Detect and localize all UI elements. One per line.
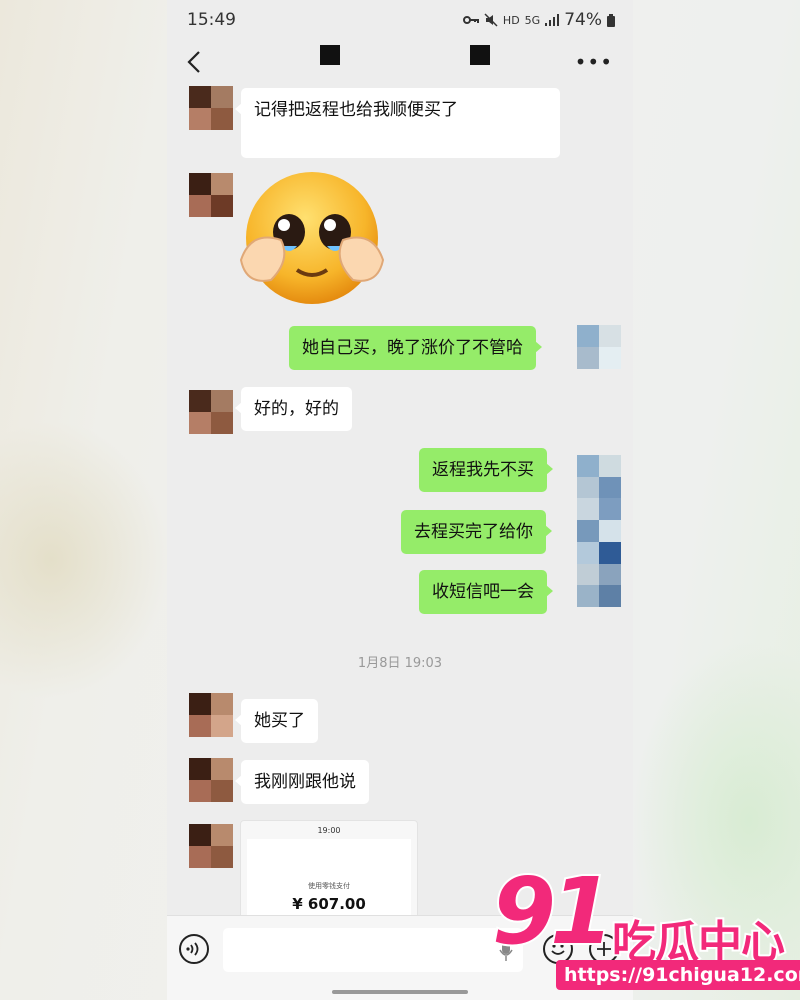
voice-icon[interactable] bbox=[179, 934, 209, 964]
message-input[interactable] bbox=[223, 928, 523, 972]
message-text: 收短信吧一会 bbox=[432, 582, 534, 602]
payment-method-label: 使用零钱支付 bbox=[308, 882, 350, 890]
message-text: 她买了 bbox=[254, 711, 305, 731]
avatar-contact[interactable] bbox=[189, 693, 233, 737]
avatar-contact[interactable] bbox=[189, 173, 233, 217]
avatar-contact[interactable] bbox=[189, 758, 233, 802]
message-text: 记得把返程也给我顺便买了 bbox=[254, 100, 458, 120]
message-text: 去程买完了给你 bbox=[414, 522, 533, 542]
message-bubble-right[interactable]: 她自己买，晚了涨价了不管哈 bbox=[289, 326, 542, 370]
message-text: 好的，好的 bbox=[254, 399, 339, 419]
pleading-emoji-sticker[interactable] bbox=[239, 170, 385, 310]
message-text: 我刚刚跟他说 bbox=[254, 772, 356, 792]
message-bubble-left[interactable]: 我刚刚跟他说 bbox=[235, 760, 369, 804]
message-bubble-left[interactable]: 好的，好的 bbox=[235, 387, 352, 431]
status-bar: 15:49 HD 5G 74% bbox=[167, 0, 633, 40]
watermark: 91 吃瓜中心 https://91chigua12.com bbox=[488, 856, 800, 1000]
message-bubble-right[interactable]: 返程我先不买 bbox=[419, 448, 553, 492]
watermark-url: https://91chigua12.com bbox=[556, 960, 800, 990]
avatar-self[interactable] bbox=[577, 325, 621, 369]
background-blur-left bbox=[0, 420, 170, 700]
home-indicator[interactable] bbox=[332, 990, 468, 994]
avatar-contact[interactable] bbox=[189, 824, 233, 868]
chat-timestamp: 1月8日 19:03 bbox=[357, 656, 443, 671]
redacted-name-block-2 bbox=[470, 45, 490, 65]
status-time: 15:49 bbox=[187, 10, 236, 30]
key-icon bbox=[462, 16, 479, 24]
payment-time: 19:00 bbox=[317, 826, 341, 835]
redacted-name-block-1 bbox=[320, 45, 340, 65]
message-text: 返程我先不买 bbox=[432, 460, 534, 480]
phone-screen: 15:49 HD 5G 74% ••• 记得把返程也给我顺便买了 她自己买，晚了… bbox=[167, 0, 633, 1000]
more-icon[interactable]: ••• bbox=[575, 52, 613, 72]
signal-label: 5G bbox=[524, 13, 541, 27]
avatar-self[interactable] bbox=[577, 455, 621, 607]
hd-label: HD bbox=[502, 13, 520, 27]
message-bubble-right[interactable]: 去程买完了给你 bbox=[401, 510, 552, 554]
battery-percent: 74% bbox=[564, 10, 602, 30]
payment-amount: ¥ 607.00 bbox=[292, 895, 366, 913]
message-bubble-right[interactable]: 收短信吧一会 bbox=[419, 570, 553, 614]
signal-bars-icon bbox=[545, 14, 560, 26]
message-text: 她自己买，晚了涨价了不管哈 bbox=[302, 338, 523, 358]
back-icon[interactable] bbox=[185, 50, 205, 74]
avatar-contact[interactable] bbox=[189, 86, 233, 130]
message-bubble-left[interactable]: 她买了 bbox=[235, 699, 318, 743]
battery-icon bbox=[607, 13, 615, 27]
avatar-contact[interactable] bbox=[189, 390, 233, 434]
chat-header: ••• bbox=[167, 40, 633, 84]
mute-icon bbox=[484, 13, 498, 27]
message-bubble-left[interactable]: 记得把返程也给我顺便买了 bbox=[235, 88, 560, 158]
status-icons: HD 5G 74% bbox=[462, 10, 615, 30]
watermark-number: 91 bbox=[490, 856, 616, 967]
